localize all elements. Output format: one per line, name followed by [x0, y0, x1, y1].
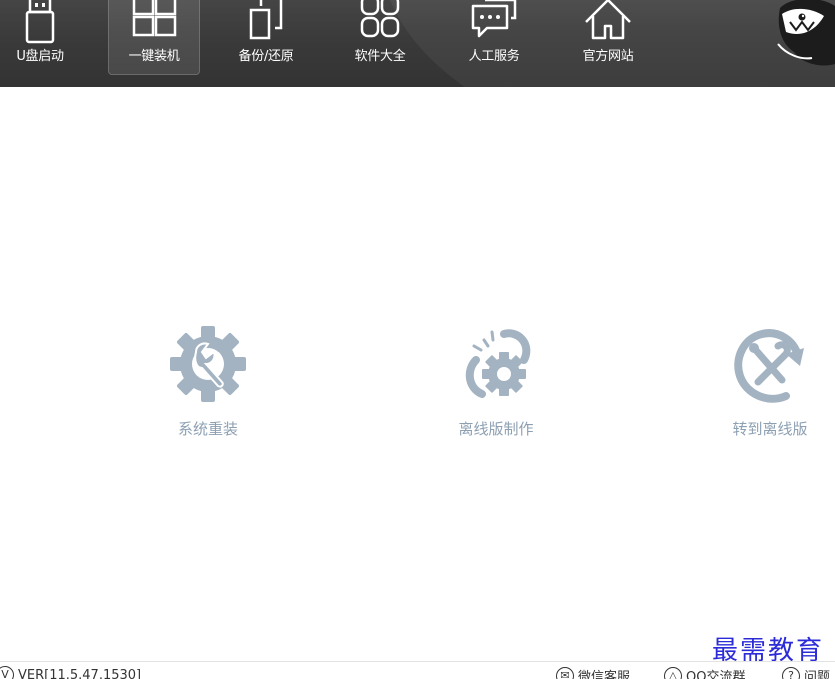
feature-switch-offline[interactable]: 转到离线版: [695, 322, 835, 442]
wechat-service-link[interactable]: ✉ 微信客服: [556, 666, 630, 679]
shark-mascot-icon: [777, 0, 835, 66]
feedback-link[interactable]: ? 问题: [782, 666, 830, 679]
qq-group-link[interactable]: △ QQ交流群: [664, 666, 745, 679]
top-nav-bar: U盘启动 一键装机 备份/还原 软件大全 人工服务 官方网站: [0, 0, 835, 87]
nav-item-manual-service[interactable]: 人工服务: [448, 0, 540, 75]
feature-label: 离线版制作: [458, 420, 534, 438]
nav-item-software[interactable]: 软件大全: [334, 0, 426, 75]
apps-grid-icon: [360, 0, 400, 38]
nav-item-backup-restore[interactable]: 备份/还原: [220, 0, 312, 75]
chat-bubble-icon: [471, 0, 517, 38]
nav-label: 软件大全: [354, 49, 406, 64]
nav-item-usb-boot[interactable]: U盘启动: [0, 0, 86, 75]
feature-system-reinstall[interactable]: 系统重装: [133, 322, 283, 442]
nav-item-official-site[interactable]: 官方网站: [562, 0, 654, 75]
gear-wrench-icon: [170, 326, 246, 402]
nav-label: 备份/还原: [238, 49, 294, 64]
feedback-icon: ?: [782, 666, 800, 679]
version-text: VER[11.5.47.1530]: [18, 667, 142, 679]
feedback-label: 问题: [804, 670, 831, 679]
nav-label: 人工服务: [468, 49, 520, 64]
nav-label: U盘启动: [16, 49, 64, 64]
usb-drive-icon: [25, 0, 55, 44]
feature-label: 系统重装: [177, 420, 238, 438]
windows-icon: [132, 0, 177, 37]
wechat-icon: ✉: [556, 666, 574, 679]
nav-label: 官方网站: [582, 49, 634, 64]
feature-label: 转到离线版: [732, 420, 808, 438]
broken-link-gear-icon: [465, 329, 531, 398]
home-icon: [585, 0, 631, 40]
version-icon: V: [0, 666, 14, 679]
refresh-tools-icon: [734, 329, 804, 403]
status-bar: V VER[11.5.47.1530] ✉ 微信客服 △ QQ交流群 ? 问题: [0, 661, 835, 679]
qq-label: QQ交流群: [686, 670, 746, 679]
nav-label: 一键装机: [128, 49, 180, 64]
wechat-label: 微信客服: [578, 670, 631, 679]
nav-item-one-click-install[interactable]: 一键装机: [108, 0, 200, 75]
qq-icon: △: [664, 666, 682, 679]
version-info: V VER[11.5.47.1530]: [0, 666, 141, 679]
feature-offline-make[interactable]: 离线版制作: [421, 322, 571, 442]
backup-copy-icon: [249, 0, 283, 40]
